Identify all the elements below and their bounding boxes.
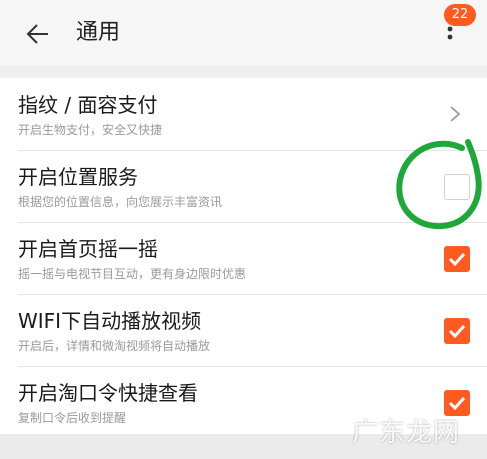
settings-screen: 通用 22 指纹 / 面容支付 开启生物支付，安全又快捷 开启位置服务 根据您的… <box>0 0 487 459</box>
location-service-checkbox[interactable] <box>444 174 470 200</box>
setting-row-wifi-autoplay: WIFI下自动播放视频 开启后，详情和微淘视频将自动播放 <box>0 294 487 366</box>
setting-subtitle: 开启生物支付，安全又快捷 <box>18 123 163 137</box>
setting-title: 开启首页摇一摇 <box>18 237 158 261</box>
setting-title: 开启淘口令快捷查看 <box>18 381 198 405</box>
setting-row-biometric-pay[interactable]: 指纹 / 面容支付 开启生物支付，安全又快捷 <box>0 78 487 150</box>
setting-title: 指纹 / 面容支付 <box>18 93 158 117</box>
shake-checkbox[interactable] <box>444 246 470 272</box>
top-bar: 通用 22 <box>0 0 487 66</box>
setting-row-location-service: 开启位置服务 根据您的位置信息，向您展示丰富资讯 <box>0 150 487 222</box>
setting-subtitle: 开启后，详情和微淘视频将自动播放 <box>18 339 211 353</box>
checkmark-icon <box>448 252 466 267</box>
settings-list: 指纹 / 面容支付 开启生物支付，安全又快捷 开启位置服务 根据您的位置信息，向… <box>0 78 487 434</box>
setting-title: 开启位置服务 <box>18 165 138 189</box>
page-title: 通用 <box>76 20 121 45</box>
back-button[interactable] <box>24 20 52 48</box>
arrow-left-icon <box>26 24 48 44</box>
notification-badge: 22 <box>444 4 476 26</box>
checkmark-icon <box>448 324 466 339</box>
more-vertical-icon <box>447 26 453 40</box>
more-menu-button[interactable] <box>440 24 460 50</box>
chevron-right-icon <box>450 106 461 122</box>
setting-subtitle: 复制口令后收到提醒 <box>18 411 127 425</box>
wifi-autoplay-checkbox[interactable] <box>444 318 470 344</box>
setting-subtitle: 根据您的位置信息，向您展示丰富资讯 <box>18 195 223 209</box>
setting-subtitle: 摇一摇与电视节目互动，更有身边限时优惠 <box>18 267 247 281</box>
setting-title: WIFI下自动播放视频 <box>18 309 202 333</box>
setting-row-shake: 开启首页摇一摇 摇一摇与电视节目互动，更有身边限时优惠 <box>0 222 487 294</box>
watermark-text: 广东龙网 <box>352 418 461 448</box>
